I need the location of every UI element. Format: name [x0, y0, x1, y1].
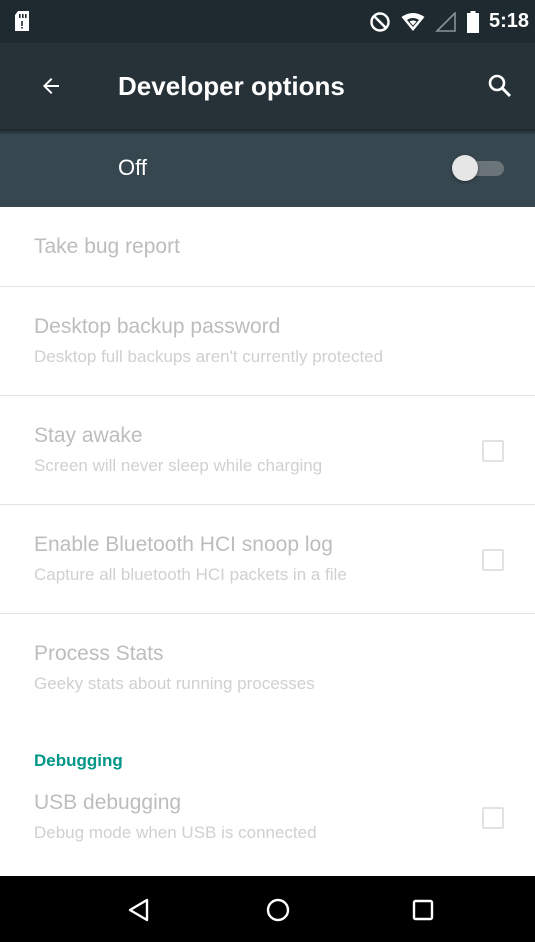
usb-debugging-item[interactable]: USB debugging Debug mode when USB is con… [0, 777, 535, 892]
status-time: 5:18 [488, 10, 529, 32]
item-summary: Desktop full backups aren't currently pr… [34, 347, 384, 366]
settings-list: Take bug report Desktop backup password … [0, 207, 535, 892]
item-summary: Screen will never sleep while charging [34, 456, 323, 475]
category-title: Debugging [34, 751, 123, 770]
usb-debugging-checkbox[interactable] [482, 807, 504, 829]
item-title: Process Stats [34, 642, 164, 665]
developer-options-toggle[interactable] [452, 153, 506, 183]
app-toolbar: Developer options [0, 43, 535, 129]
item-summary: Geeky stats about running processes [34, 674, 315, 693]
desktop-backup-password-item[interactable]: Desktop backup password Desktop full bac… [0, 287, 535, 396]
search-button[interactable] [479, 65, 521, 107]
item-summary: Capture all bluetooth HCI packets in a f… [34, 565, 347, 584]
stay-awake-checkbox[interactable] [482, 440, 504, 462]
arrow-back-icon [43, 78, 59, 94]
master-switch-bar[interactable]: Off [0, 129, 535, 207]
back-button[interactable] [30, 65, 72, 107]
process-stats-item[interactable]: Process Stats Geeky stats about running … [0, 614, 535, 723]
item-title: USB debugging [34, 791, 182, 814]
battery-icon [466, 10, 479, 33]
item-title: Enable Bluetooth HCI snoop log [34, 533, 333, 556]
take-bug-report-item[interactable]: Take bug report [0, 207, 535, 287]
recents-square-icon [412, 899, 434, 921]
item-summary: Debug mode when USB is connected [34, 823, 317, 842]
status-icons: 5:18 [359, 0, 529, 43]
page-title: Developer options [118, 71, 345, 101]
cell-signal-icon [435, 11, 456, 32]
item-title: Take bug report [34, 235, 180, 258]
status-bar: 5:18 [0, 0, 535, 43]
item-title: Desktop backup password [34, 315, 281, 338]
developer-options-screen: 5:18 Developer options Off Take bug repo… [0, 0, 535, 942]
stay-awake-item[interactable]: Stay awake Screen will never sleep while… [0, 396, 535, 505]
toggle-thumb [452, 155, 478, 181]
home-circle-icon [266, 898, 290, 922]
wifi-icon [401, 12, 425, 31]
bluetooth-hci-snoop-log-checkbox[interactable] [482, 549, 504, 571]
system-navigation-bar [0, 876, 535, 942]
toolbar-shadow [0, 129, 535, 135]
nav-recents-button[interactable] [398, 885, 448, 935]
do-not-disturb-icon [370, 11, 390, 32]
master-switch-label: Off [118, 155, 147, 180]
debugging-category-header: Debugging [0, 723, 535, 777]
bluetooth-hci-snoop-log-item[interactable]: Enable Bluetooth HCI snoop log Capture a… [0, 505, 535, 614]
item-title: Stay awake [34, 424, 143, 447]
nav-home-button[interactable] [253, 885, 303, 935]
sd-card-icon [15, 11, 29, 31]
back-triangle-icon [128, 898, 149, 922]
nav-back-button[interactable] [114, 885, 164, 935]
search-icon [488, 74, 512, 98]
